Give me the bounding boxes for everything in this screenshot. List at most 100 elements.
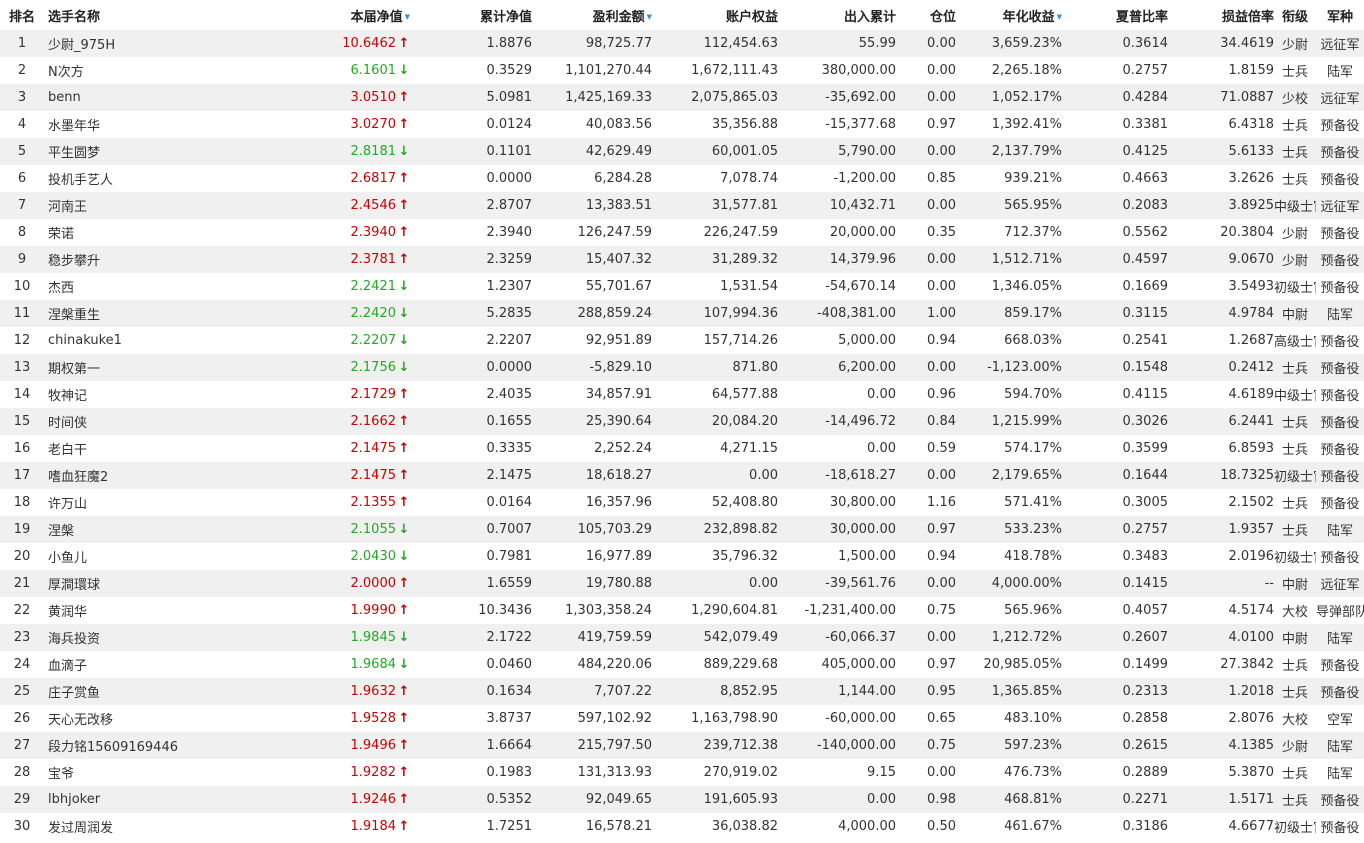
player-name-link[interactable]: 水墨年华	[44, 111, 244, 138]
player-name-link-text[interactable]: 天心无改移	[48, 713, 113, 728]
player-name-link[interactable]: 天心无改移	[44, 705, 244, 732]
table-row[interactable]: 16 老白干 2.1475 ↑ 0.3335 2,252.24 4,271.15 0.00 0.…	[0, 435, 1364, 462]
player-name-link[interactable]: 庄子赏鱼	[44, 678, 244, 705]
player-name-link[interactable]: 小鱼儿	[44, 543, 244, 570]
player-name-link-text[interactable]: 黄润华	[48, 605, 87, 620]
player-name-link-text[interactable]: 宝爷	[48, 767, 74, 782]
player-name-link-text[interactable]: 发过周润发	[48, 821, 113, 836]
player-name-link[interactable]: 嗜血狂魔2	[44, 462, 244, 489]
player-name-link[interactable]: 河南王	[44, 192, 244, 219]
player-name-link-text[interactable]: 许万山	[48, 497, 87, 512]
table-row[interactable]: 2 N次方 6.1601 ↓ 0.3529 1,101,270.44 1,672,111.4…	[0, 57, 1364, 84]
position-cell: 0.97	[896, 111, 956, 138]
header-nav-sortable[interactable]: 本届净值 ▼	[244, 0, 424, 30]
player-name-link-text[interactable]: N次方	[48, 65, 84, 80]
player-name-link[interactable]: 涅槃重生	[44, 300, 244, 327]
table-row[interactable]: 11 涅槃重生 2.2420 ↓ 5.2835 288,859.24 107,994.36 -…	[0, 300, 1364, 327]
player-name-link-text[interactable]: 血滴子	[48, 659, 87, 674]
player-name-link-text[interactable]: 嗜血狂魔2	[48, 470, 108, 485]
table-row[interactable]: 19 涅槃 2.1055 ↓ 0.7007 105,703.29 232,898.82 30,…	[0, 516, 1364, 543]
player-name-link-text[interactable]: benn	[48, 90, 81, 105]
table-row[interactable]: 10 杰西 2.2421 ↓ 1.2307 55,701.67 1,531.54 -54,67…	[0, 273, 1364, 300]
player-name-link[interactable]: 杰西	[44, 273, 244, 300]
player-name-link[interactable]: 宝爷	[44, 759, 244, 786]
player-name-link-text[interactable]: 涅槃	[48, 524, 74, 539]
player-name-link[interactable]: 黄润华	[44, 597, 244, 624]
player-name-link-text[interactable]: 水墨年华	[48, 119, 100, 134]
table-row[interactable]: 7 河南王 2.4546 ↑ 2.8707 13,383.51 31,577.81 10,43…	[0, 192, 1364, 219]
player-name-link-text[interactable]: 河南王	[48, 200, 87, 215]
player-name-link[interactable]: lbhjoker	[44, 786, 244, 813]
table-row[interactable]: 21 厚澗環球 2.0000 ↑ 1.6559 19,780.88 0.00 -39,561.…	[0, 570, 1364, 597]
player-name-link[interactable]: 平生圆梦	[44, 138, 244, 165]
player-name-link[interactable]: 荣诺	[44, 219, 244, 246]
player-name-link[interactable]: 血滴子	[44, 651, 244, 678]
pl-ratio-cell-text: 34.4619	[1220, 36, 1274, 51]
player-name-link[interactable]: benn	[44, 84, 244, 111]
player-name-link-text[interactable]: 海兵投资	[48, 632, 100, 647]
table-row[interactable]: 27 段力铭15609169446 1.9496 ↑ 1.6664 215,797.50 2…	[0, 732, 1364, 759]
table-row[interactable]: 29 lbhjoker 1.9246 ↑ 0.5352 92,049.65 191,605.…	[0, 786, 1364, 813]
player-name-link[interactable]: N次方	[44, 57, 244, 84]
table-row[interactable]: 25 庄子赏鱼 1.9632 ↑ 0.1634 7,707.22 8,852.95 1,144…	[0, 678, 1364, 705]
player-name-link-text[interactable]: 荣诺	[48, 227, 74, 242]
player-name-link-text[interactable]: 稳步攀升	[48, 254, 100, 269]
table-row[interactable]: 6 投机手艺人 2.6817 ↑ 0.0000 6,284.28 7,078.74 -1,20…	[0, 165, 1364, 192]
player-name-link[interactable]: 厚澗環球	[44, 570, 244, 597]
player-name-link-text[interactable]: lbhjoker	[48, 792, 100, 807]
equity-cell: 52,408.80	[652, 489, 778, 516]
player-name-link-text[interactable]: 杰西	[48, 281, 74, 296]
table-row[interactable]: 23 海兵投资 1.9845 ↓ 2.1722 419,759.59 542,079.49 -…	[0, 624, 1364, 651]
player-name-link[interactable]: chinakuke1	[44, 327, 244, 354]
player-name-link-text[interactable]: 庄子赏鱼	[48, 686, 100, 701]
player-name-link[interactable]: 稳步攀升	[44, 246, 244, 273]
player-name-link-text[interactable]: 老白干	[48, 443, 87, 458]
player-name-link[interactable]: 投机手艺人	[44, 165, 244, 192]
player-name-link[interactable]: 牧神记	[44, 381, 244, 408]
player-name-link[interactable]: 海兵投资	[44, 624, 244, 651]
player-name-link-text[interactable]: 牧神记	[48, 389, 87, 404]
player-name-link[interactable]: 老白干	[44, 435, 244, 462]
player-name-link-text[interactable]: 段力铭15609169446	[48, 740, 178, 755]
player-name-link-text[interactable]: chinakuke1	[48, 333, 122, 348]
table-row[interactable]: 3 benn 3.0510 ↑ 5.0981 1,425,169.33 2,075,865.…	[0, 84, 1364, 111]
table-row[interactable]: 4 水墨年华 3.0270 ↑ 0.0124 40,083.56 35,356.88 -15,…	[0, 111, 1364, 138]
table-row[interactable]: 17 嗜血狂魔2 2.1475 ↑ 2.1475 18,618.27 0.00 -18,618…	[0, 462, 1364, 489]
player-name-link-text[interactable]: 投机手艺人	[48, 173, 113, 188]
header-annual-sortable[interactable]: 年化收益 ▼	[956, 0, 1062, 30]
player-name-link[interactable]: 期权第一	[44, 354, 244, 381]
player-name-link-text[interactable]: 涅槃重生	[48, 308, 100, 323]
table-row[interactable]: 26 天心无改移 1.9528 ↑ 3.8737 597,102.92 1,163,798.…	[0, 705, 1364, 732]
player-name-link[interactable]: 许万山	[44, 489, 244, 516]
player-name-link[interactable]: 段力铭15609169446	[44, 732, 244, 759]
player-name-link[interactable]: 涅槃	[44, 516, 244, 543]
table-row[interactable]: 30 发过周润发 1.9184 ↑ 1.7251 16,578.21 36,038.82 4,…	[0, 813, 1364, 840]
pl-ratio-cell: 5.6133	[1168, 138, 1274, 165]
player-name-link[interactable]: 少尉_975H	[44, 30, 244, 57]
table-row[interactable]: 14 牧神记 2.1729 ↑ 2.4035 34,857.91 64,577.88 0.00…	[0, 381, 1364, 408]
table-row[interactable]: 5 平生圆梦 2.8181 ↓ 0.1101 42,629.49 60,001.05 5,79…	[0, 138, 1364, 165]
table-row[interactable]: 20 小鱼儿 2.0430 ↓ 0.7981 16,977.89 35,796.32 1,50…	[0, 543, 1364, 570]
profit-cell-text: 215,797.50	[577, 738, 652, 753]
player-name-link[interactable]: 发过周润发	[44, 813, 244, 840]
player-name-link-text[interactable]: 时间侠	[48, 416, 87, 431]
player-name-link-text[interactable]: 厚澗環球	[48, 578, 100, 593]
flow-cell-text: 380,000.00	[821, 63, 896, 78]
table-row[interactable]: 13 期权第一 2.1756 ↓ 0.0000 -5,829.10 871.80 6,200.…	[0, 354, 1364, 381]
table-row[interactable]: 24 血滴子 1.9684 ↓ 0.0460 484,220.06 889,229.68 40…	[0, 651, 1364, 678]
pl-ratio-cell: 20.3804	[1168, 219, 1274, 246]
player-name-link-text[interactable]: 期权第一	[48, 362, 100, 377]
player-name-link-text[interactable]: 平生圆梦	[48, 146, 100, 161]
player-name-link-text[interactable]: 少尉_975H	[48, 38, 115, 53]
table-row[interactable]: 18 许万山 2.1355 ↑ 0.0164 16,357.96 52,408.80 30,8…	[0, 489, 1364, 516]
player-name-link[interactable]: 时间侠	[44, 408, 244, 435]
table-row[interactable]: 12 chinakuke1 2.2207 ↓ 2.2207 92,951.89 157,71…	[0, 327, 1364, 354]
table-row[interactable]: 8 荣诺 2.3940 ↑ 2.3940 126,247.59 226,247.59 20,0…	[0, 219, 1364, 246]
table-row[interactable]: 9 稳步攀升 2.3781 ↑ 2.3259 15,407.32 31,289.32 14,3…	[0, 246, 1364, 273]
table-row[interactable]: 15 时间侠 2.1662 ↑ 0.1655 25,390.64 20,084.20 -14,…	[0, 408, 1364, 435]
player-name-link-text[interactable]: 小鱼儿	[48, 551, 87, 566]
table-row[interactable]: 28 宝爷 1.9282 ↑ 0.1983 131,313.93 270,919.02 9.1…	[0, 759, 1364, 786]
table-row[interactable]: 1 少尉_975H 10.6462 ↑ 1.8876 98,725.77 112,454.6…	[0, 30, 1364, 57]
header-profit-sortable[interactable]: 盈利金额 ▼	[532, 0, 652, 30]
table-row[interactable]: 22 黄润华 1.9990 ↑ 10.3436 1,303,358.24 1,290,604…	[0, 597, 1364, 624]
